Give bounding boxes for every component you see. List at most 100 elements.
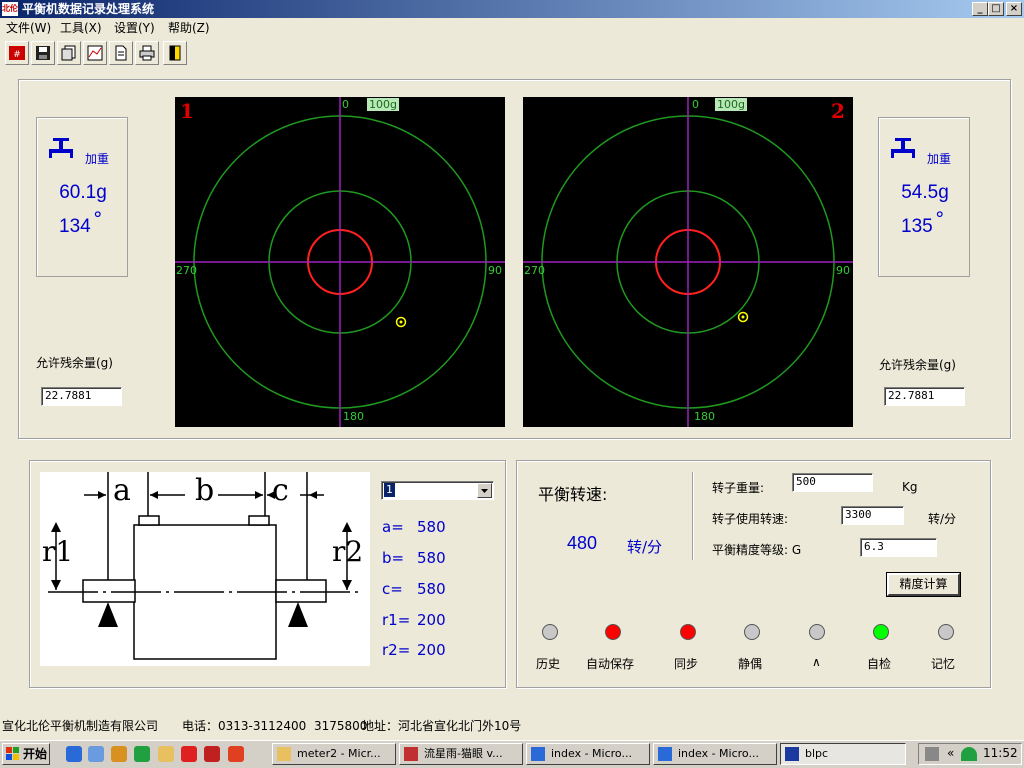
plane2-allow-label: 允许残余量(g) — [879, 358, 956, 372]
menu-tools[interactable]: 工具(X) — [60, 20, 102, 36]
toolbar: # — [0, 39, 1024, 67]
task-blpc[interactable]: blpc — [780, 743, 906, 765]
axis-label-270: 270 — [176, 264, 197, 277]
use-speed-input[interactable]: 3300 — [841, 506, 904, 525]
indicator-row: 历史 自动保存 同步 静偶 ∧ 自检 记忆 — [530, 624, 970, 674]
folder-icon[interactable] — [158, 746, 174, 762]
memory-indicator[interactable] — [938, 624, 954, 640]
dim-label-a: a — [113, 473, 131, 508]
plane1-angle: 134 — [59, 216, 91, 237]
clock: 11:52 — [983, 746, 1018, 760]
menu-help[interactable]: 帮助(Z) — [168, 20, 210, 36]
dropdown-button[interactable] — [477, 483, 492, 498]
tray-expand-icon[interactable]: « — [947, 746, 954, 760]
task-label: index - Micro... — [678, 747, 759, 760]
unbalance-point-center — [399, 320, 403, 324]
use-speed-unit: 转/分 — [928, 512, 957, 526]
system-tray: « 11:52 — [918, 743, 1022, 765]
copy-button[interactable] — [57, 41, 81, 65]
memory-label: 记忆 — [931, 657, 956, 671]
folder-icon — [277, 747, 291, 761]
maximize-button[interactable]: □ — [988, 2, 1004, 16]
calc-icon: # — [9, 46, 25, 60]
grade-input[interactable]: 6.3 — [860, 538, 937, 557]
app-icon: 北伦 — [2, 2, 18, 16]
param-a-value: 580 — [417, 518, 446, 536]
media-icon[interactable] — [204, 746, 220, 762]
desktop-icon[interactable] — [88, 746, 104, 762]
rotor-weight-unit: Kg — [902, 480, 918, 494]
task-index-1[interactable]: index - Micro... — [526, 743, 650, 765]
minimize-button[interactable]: _ — [972, 2, 988, 16]
task-browser[interactable]: 流星雨-猫眼 v... — [399, 743, 523, 765]
doc-button[interactable] — [109, 41, 133, 65]
print-button[interactable] — [135, 41, 159, 65]
scale-label: 100g — [715, 98, 747, 111]
calc-button[interactable]: # — [5, 41, 29, 65]
precision-calc-button[interactable]: 精度计算 — [886, 572, 961, 597]
history-label: 历史 — [536, 657, 561, 671]
static-couple-label: 静偶 — [738, 657, 763, 671]
add-weight-icon — [891, 138, 915, 158]
divider — [692, 472, 693, 560]
task-label: 流星雨-猫眼 v... — [424, 747, 503, 760]
param-r1-label: r1= — [382, 611, 411, 629]
plane2-allow-input[interactable]: 22.7881 — [884, 387, 965, 406]
plane2-angle: 135 — [901, 216, 933, 237]
rotor-type-select[interactable]: 1 — [381, 481, 494, 500]
plane1-allow-label: 允许残余量(g) — [36, 356, 113, 370]
dim-label-c: c — [272, 473, 289, 508]
scale-label: 100g — [367, 98, 399, 111]
unbalance-point-center — [741, 315, 745, 319]
keyboard-icon[interactable] — [925, 747, 939, 761]
close-button[interactable]: × — [1006, 2, 1022, 16]
menu-file[interactable]: 文件(W) — [6, 20, 51, 36]
sync-indicator[interactable] — [680, 624, 696, 640]
svg-text:#: # — [13, 50, 21, 60]
chevron-down-icon — [481, 489, 488, 493]
start-button[interactable]: 开始 — [2, 743, 50, 765]
save-button[interactable] — [31, 41, 55, 65]
taskbar: 开始 meter2 - Micr... 流星雨-猫眼 v... index - … — [0, 740, 1024, 768]
start-label: 开始 — [23, 747, 48, 761]
ie-icon[interactable] — [66, 746, 82, 762]
autosave-indicator[interactable] — [605, 624, 621, 640]
rotor-weight-input[interactable]: 500 — [792, 473, 873, 492]
menu-bar: 文件(W) 工具(X) 设置(Y) 帮助(Z) — [0, 18, 1024, 38]
sync-label: 同步 — [674, 657, 699, 671]
peak-label: ∧ — [812, 655, 821, 669]
axis-label-90: 90 — [488, 264, 502, 277]
company-phone: 电话：0313-3112400 3175800 — [182, 719, 368, 733]
plane1-degree: ° — [93, 208, 103, 230]
plane2-add-label: 加重 — [927, 152, 952, 166]
axis-label-270: 270 — [524, 264, 545, 277]
player-icon[interactable] — [181, 746, 197, 762]
app-quick-icon[interactable] — [111, 746, 127, 762]
task-index-2[interactable]: index - Micro... — [653, 743, 777, 765]
selfcheck-indicator[interactable] — [873, 624, 889, 640]
param-r2-label: r2= — [382, 641, 411, 659]
grade-label: 平衡精度等级: G — [712, 543, 802, 557]
static-couple-indicator[interactable] — [744, 624, 760, 640]
windows-logo-icon — [6, 747, 19, 760]
balance-speed-unit: 转/分 — [627, 538, 663, 556]
axis-label-180: 180 — [343, 410, 364, 423]
plane2-number: 2 — [831, 99, 845, 123]
measurement-group — [18, 79, 1011, 439]
axis-label-90: 90 — [836, 264, 850, 277]
axis-label-0: 0 — [692, 98, 699, 111]
exit-button[interactable] — [163, 41, 187, 65]
plane1-allow-input[interactable]: 22.7881 — [41, 387, 122, 406]
history-indicator[interactable] — [542, 624, 558, 640]
umbrella-icon[interactable] — [134, 746, 150, 762]
music-icon[interactable] — [228, 746, 244, 762]
peak-indicator[interactable] — [809, 624, 825, 640]
umbrella-icon[interactable] — [961, 747, 977, 761]
doc-icon — [115, 45, 127, 61]
menu-settings[interactable]: 设置(Y) — [114, 20, 155, 36]
task-meter2[interactable]: meter2 - Micr... — [272, 743, 396, 765]
dim-label-b: b — [195, 473, 215, 508]
chart-button[interactable] — [83, 41, 107, 65]
param-b-value: 580 — [417, 549, 446, 567]
task-label: meter2 - Micr... — [297, 747, 381, 760]
